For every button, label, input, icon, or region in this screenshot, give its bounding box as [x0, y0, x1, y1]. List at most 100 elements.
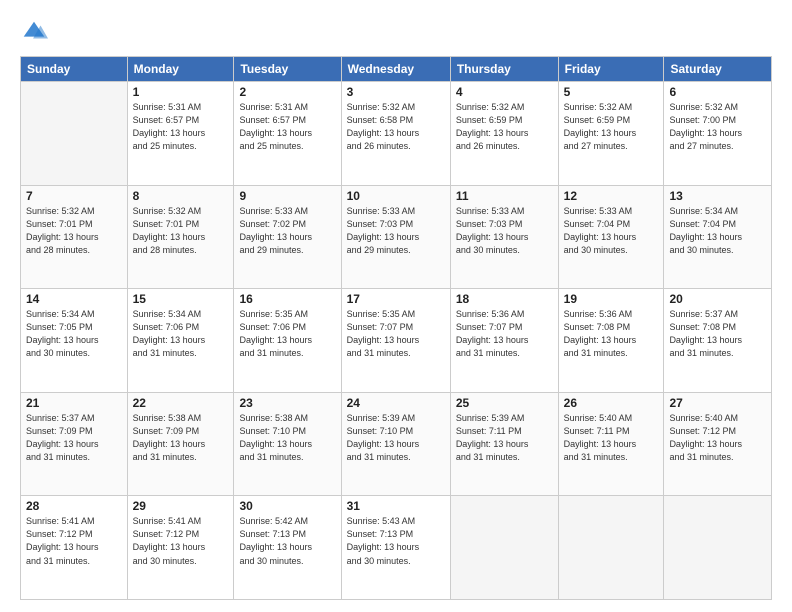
day-number: 31: [347, 499, 445, 513]
calendar-cell: 3 Sunrise: 5:32 AMSunset: 6:58 PMDaylight…: [341, 82, 450, 186]
weekday-header: Wednesday: [341, 57, 450, 82]
day-info: Sunrise: 5:36 AMSunset: 7:08 PMDaylight:…: [564, 308, 659, 360]
calendar-cell: 5 Sunrise: 5:32 AMSunset: 6:59 PMDaylight…: [558, 82, 664, 186]
day-number: 4: [456, 85, 553, 99]
calendar-week-row: 1 Sunrise: 5:31 AMSunset: 6:57 PMDaylight…: [21, 82, 772, 186]
calendar-header-row: SundayMondayTuesdayWednesdayThursdayFrid…: [21, 57, 772, 82]
day-info: Sunrise: 5:36 AMSunset: 7:07 PMDaylight:…: [456, 308, 553, 360]
calendar-cell: [664, 496, 772, 600]
calendar-cell: [21, 82, 128, 186]
day-number: 22: [133, 396, 229, 410]
calendar-cell: 29 Sunrise: 5:41 AMSunset: 7:12 PMDayligh…: [127, 496, 234, 600]
day-number: 27: [669, 396, 766, 410]
weekday-header: Tuesday: [234, 57, 341, 82]
calendar-cell: 22 Sunrise: 5:38 AMSunset: 7:09 PMDayligh…: [127, 392, 234, 496]
day-info: Sunrise: 5:38 AMSunset: 7:09 PMDaylight:…: [133, 412, 229, 464]
day-number: 26: [564, 396, 659, 410]
weekday-header: Thursday: [450, 57, 558, 82]
day-number: 5: [564, 85, 659, 99]
day-info: Sunrise: 5:33 AMSunset: 7:02 PMDaylight:…: [239, 205, 335, 257]
day-number: 2: [239, 85, 335, 99]
day-info: Sunrise: 5:32 AMSunset: 7:00 PMDaylight:…: [669, 101, 766, 153]
page: SundayMondayTuesdayWednesdayThursdayFrid…: [0, 0, 792, 612]
day-number: 9: [239, 189, 335, 203]
day-number: 13: [669, 189, 766, 203]
calendar-week-row: 21Sunrise: 5:37 AMSunset: 7:09 PMDayligh…: [21, 392, 772, 496]
day-number: 25: [456, 396, 553, 410]
day-info: Sunrise: 5:31 AMSunset: 6:57 PMDaylight:…: [133, 101, 229, 153]
calendar-cell: 23Sunrise: 5:38 AMSunset: 7:10 PMDayligh…: [234, 392, 341, 496]
day-number: 3: [347, 85, 445, 99]
calendar-week-row: 7 Sunrise: 5:32 AMSunset: 7:01 PMDaylight…: [21, 185, 772, 289]
day-number: 12: [564, 189, 659, 203]
calendar-cell: 15 Sunrise: 5:34 AMSunset: 7:06 PMDayligh…: [127, 289, 234, 393]
calendar-table: SundayMondayTuesdayWednesdayThursdayFrid…: [20, 56, 772, 600]
day-info: Sunrise: 5:43 AMSunset: 7:13 PMDaylight:…: [347, 515, 445, 567]
day-info: Sunrise: 5:37 AMSunset: 7:08 PMDaylight:…: [669, 308, 766, 360]
day-info: Sunrise: 5:40 AMSunset: 7:11 PMDaylight:…: [564, 412, 659, 464]
day-number: 18: [456, 292, 553, 306]
weekday-header: Saturday: [664, 57, 772, 82]
day-number: 30: [239, 499, 335, 513]
day-info: Sunrise: 5:34 AMSunset: 7:05 PMDaylight:…: [26, 308, 122, 360]
calendar-cell: 2 Sunrise: 5:31 AMSunset: 6:57 PMDaylight…: [234, 82, 341, 186]
day-info: Sunrise: 5:38 AMSunset: 7:10 PMDaylight:…: [239, 412, 335, 464]
calendar-cell: 17 Sunrise: 5:35 AMSunset: 7:07 PMDayligh…: [341, 289, 450, 393]
calendar-cell: 12Sunrise: 5:33 AMSunset: 7:04 PMDayligh…: [558, 185, 664, 289]
calendar-cell: 6 Sunrise: 5:32 AMSunset: 7:00 PMDaylight…: [664, 82, 772, 186]
calendar-cell: 11 Sunrise: 5:33 AMSunset: 7:03 PMDayligh…: [450, 185, 558, 289]
calendar-cell: 16Sunrise: 5:35 AMSunset: 7:06 PMDayligh…: [234, 289, 341, 393]
calendar-cell: 19 Sunrise: 5:36 AMSunset: 7:08 PMDayligh…: [558, 289, 664, 393]
day-number: 11: [456, 189, 553, 203]
day-info: Sunrise: 5:34 AMSunset: 7:06 PMDaylight:…: [133, 308, 229, 360]
day-number: 19: [564, 292, 659, 306]
day-number: 20: [669, 292, 766, 306]
calendar-cell: 25Sunrise: 5:39 AMSunset: 7:11 PMDayligh…: [450, 392, 558, 496]
calendar-cell: 30 Sunrise: 5:42 AMSunset: 7:13 PMDayligh…: [234, 496, 341, 600]
calendar-cell: 14Sunrise: 5:34 AMSunset: 7:05 PMDayligh…: [21, 289, 128, 393]
calendar-cell: [558, 496, 664, 600]
calendar-cell: 21Sunrise: 5:37 AMSunset: 7:09 PMDayligh…: [21, 392, 128, 496]
day-number: 21: [26, 396, 122, 410]
day-number: 29: [133, 499, 229, 513]
day-info: Sunrise: 5:34 AMSunset: 7:04 PMDaylight:…: [669, 205, 766, 257]
weekday-header: Friday: [558, 57, 664, 82]
calendar-cell: 10Sunrise: 5:33 AMSunset: 7:03 PMDayligh…: [341, 185, 450, 289]
day-number: 6: [669, 85, 766, 99]
day-number: 8: [133, 189, 229, 203]
day-number: 24: [347, 396, 445, 410]
day-info: Sunrise: 5:32 AMSunset: 6:58 PMDaylight:…: [347, 101, 445, 153]
day-info: Sunrise: 5:31 AMSunset: 6:57 PMDaylight:…: [239, 101, 335, 153]
weekday-header: Sunday: [21, 57, 128, 82]
day-number: 17: [347, 292, 445, 306]
calendar-cell: 31 Sunrise: 5:43 AMSunset: 7:13 PMDayligh…: [341, 496, 450, 600]
day-info: Sunrise: 5:32 AMSunset: 6:59 PMDaylight:…: [564, 101, 659, 153]
day-info: Sunrise: 5:35 AMSunset: 7:07 PMDaylight:…: [347, 308, 445, 360]
calendar-cell: 4 Sunrise: 5:32 AMSunset: 6:59 PMDaylight…: [450, 82, 558, 186]
weekday-header: Monday: [127, 57, 234, 82]
calendar-cell: [450, 496, 558, 600]
day-info: Sunrise: 5:41 AMSunset: 7:12 PMDaylight:…: [133, 515, 229, 567]
calendar-cell: 9 Sunrise: 5:33 AMSunset: 7:02 PMDaylight…: [234, 185, 341, 289]
day-info: Sunrise: 5:41 AMSunset: 7:12 PMDaylight:…: [26, 515, 122, 567]
calendar-cell: 18 Sunrise: 5:36 AMSunset: 7:07 PMDayligh…: [450, 289, 558, 393]
calendar-week-row: 28Sunrise: 5:41 AMSunset: 7:12 PMDayligh…: [21, 496, 772, 600]
day-number: 16: [239, 292, 335, 306]
day-info: Sunrise: 5:33 AMSunset: 7:03 PMDaylight:…: [456, 205, 553, 257]
day-info: Sunrise: 5:40 AMSunset: 7:12 PMDaylight:…: [669, 412, 766, 464]
header: [20, 18, 772, 46]
logo-icon: [20, 18, 48, 46]
day-info: Sunrise: 5:42 AMSunset: 7:13 PMDaylight:…: [239, 515, 335, 567]
calendar-cell: 24 Sunrise: 5:39 AMSunset: 7:10 PMDayligh…: [341, 392, 450, 496]
day-info: Sunrise: 5:39 AMSunset: 7:10 PMDaylight:…: [347, 412, 445, 464]
calendar-cell: 13 Sunrise: 5:34 AMSunset: 7:04 PMDayligh…: [664, 185, 772, 289]
calendar-cell: 20 Sunrise: 5:37 AMSunset: 7:08 PMDayligh…: [664, 289, 772, 393]
day-number: 15: [133, 292, 229, 306]
day-number: 7: [26, 189, 122, 203]
day-info: Sunrise: 5:32 AMSunset: 6:59 PMDaylight:…: [456, 101, 553, 153]
calendar-cell: 27 Sunrise: 5:40 AMSunset: 7:12 PMDayligh…: [664, 392, 772, 496]
day-number: 1: [133, 85, 229, 99]
calendar-cell: 1 Sunrise: 5:31 AMSunset: 6:57 PMDaylight…: [127, 82, 234, 186]
calendar-week-row: 14Sunrise: 5:34 AMSunset: 7:05 PMDayligh…: [21, 289, 772, 393]
day-info: Sunrise: 5:32 AMSunset: 7:01 PMDaylight:…: [133, 205, 229, 257]
